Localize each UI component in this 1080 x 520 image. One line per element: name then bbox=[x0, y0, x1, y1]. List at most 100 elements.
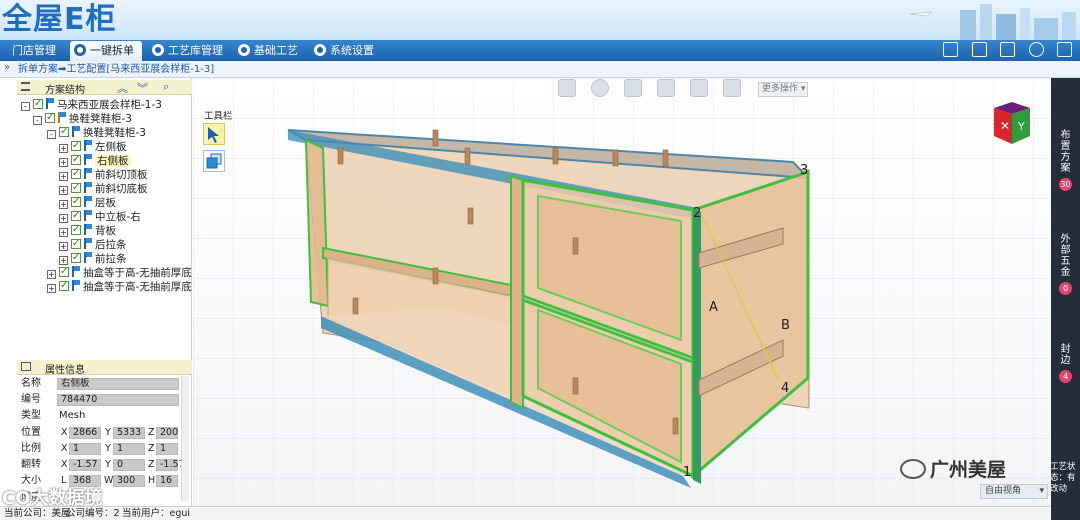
expand-toggle-icon[interactable]: + bbox=[59, 144, 68, 153]
scale-y-field[interactable]: 1 bbox=[113, 443, 145, 455]
collapse-all-icon[interactable]: ︾ bbox=[137, 80, 148, 96]
flag-icon bbox=[46, 98, 54, 109]
scale-z-field[interactable]: 1 bbox=[156, 443, 178, 455]
checkbox[interactable] bbox=[59, 279, 69, 293]
expand-toggle-icon[interactable]: + bbox=[59, 242, 68, 251]
view-mode-select[interactable]: 自由视角 ▾ bbox=[980, 484, 1048, 499]
fit-view-icon[interactable] bbox=[690, 79, 708, 97]
breadcrumb[interactable]: 拆单方案➡工艺配置[马来西亚展会样柜-1-3] bbox=[18, 62, 214, 77]
checkbox[interactable] bbox=[71, 223, 81, 237]
view-mode-value: 自由视角 bbox=[985, 486, 1022, 496]
checkbox[interactable] bbox=[33, 97, 43, 111]
tree-node[interactable]: + 左侧板 bbox=[59, 139, 127, 154]
expand-toggle-icon[interactable]: + bbox=[47, 270, 56, 279]
flag-icon bbox=[72, 266, 80, 277]
tree-node[interactable]: + 抽盒等于高-无抽前厚底 bbox=[47, 265, 192, 280]
3d-viewport[interactable]: 1 2 3 4 A B bbox=[193, 78, 1050, 506]
view-cube[interactable]: ✕ Y bbox=[990, 100, 1034, 150]
collapse-icon[interactable]: » bbox=[4, 62, 10, 73]
lightning-icon[interactable] bbox=[723, 79, 741, 97]
expand-all-icon[interactable]: ︽ bbox=[117, 80, 128, 96]
target-icon[interactable] bbox=[591, 79, 609, 97]
nav-tab-store[interactable]: 门店管理 bbox=[8, 41, 68, 61]
tree-node[interactable]: + 中立板-右 bbox=[59, 209, 141, 224]
checkbox[interactable] bbox=[59, 265, 69, 279]
screen-icon[interactable] bbox=[943, 42, 958, 57]
checkbox[interactable] bbox=[59, 125, 69, 139]
rail-layout-scheme[interactable]: 布置方案 30 bbox=[1051, 130, 1080, 191]
tree-node-selected[interactable]: + 右侧板 bbox=[59, 153, 131, 168]
tree-node[interactable]: + 前拉条 bbox=[59, 251, 127, 266]
camera-icon[interactable] bbox=[558, 79, 576, 97]
nav-tab-craft-library[interactable]: 工艺库管理 bbox=[148, 41, 228, 61]
checkbox[interactable] bbox=[71, 139, 81, 153]
expand-toggle-icon[interactable]: + bbox=[59, 228, 68, 237]
prop-label: 类型 bbox=[21, 410, 41, 421]
expand-toggle-icon[interactable]: + bbox=[59, 256, 68, 265]
expand-toggle-icon[interactable]: + bbox=[59, 186, 68, 195]
more-operations-dropdown[interactable]: 更多操作 ▾ bbox=[758, 82, 808, 97]
checkbox[interactable] bbox=[71, 167, 81, 181]
size-h-field[interactable]: 16 bbox=[156, 475, 178, 487]
expand-toggle-icon[interactable]: + bbox=[59, 172, 68, 181]
rail-edge-banding[interactable]: 封边 4 bbox=[1051, 344, 1080, 383]
checkbox[interactable] bbox=[71, 153, 81, 167]
position-y-field[interactable]: 5333 bbox=[113, 427, 145, 439]
tree-node[interactable]: + 抽盒等于高-无抽前厚底 bbox=[47, 279, 192, 294]
checkbox[interactable] bbox=[71, 209, 81, 223]
tree-node[interactable]: - 换鞋凳鞋柜-3 bbox=[33, 111, 132, 126]
id-field[interactable]: 784470 bbox=[57, 394, 179, 406]
nav-tab-base-craft[interactable]: 基础工艺 bbox=[234, 41, 304, 61]
check-circle-icon bbox=[74, 44, 86, 56]
tree-node[interactable]: + 背板 bbox=[59, 223, 116, 238]
tree-node[interactable]: + 后拉条 bbox=[59, 237, 127, 252]
tree-node[interactable]: - 马来西亚展会样柜-1-3 bbox=[21, 97, 162, 112]
logout-icon[interactable] bbox=[1057, 42, 1072, 57]
users-icon[interactable] bbox=[1000, 42, 1015, 57]
nav-tab-system-settings[interactable]: 系统设置 bbox=[310, 41, 380, 61]
scale-x-field[interactable]: 1 bbox=[69, 443, 101, 455]
rotation-z-field[interactable]: -1.57 bbox=[156, 459, 185, 471]
checkbox[interactable] bbox=[71, 195, 81, 209]
checkbox[interactable] bbox=[71, 251, 81, 265]
search-icon[interactable]: ⌕ bbox=[163, 80, 169, 94]
front-right-edge[interactable] bbox=[693, 208, 701, 484]
nav-tab-split-order[interactable]: 一键拆单 bbox=[70, 41, 142, 61]
select-tool-button[interactable] bbox=[203, 123, 225, 145]
collapse-toggle-icon[interactable]: - bbox=[47, 130, 56, 139]
checkbox[interactable] bbox=[71, 237, 81, 251]
checkbox[interactable] bbox=[45, 111, 55, 125]
name-field[interactable]: 右侧板 bbox=[57, 378, 179, 390]
info-panel-icon bbox=[21, 362, 31, 371]
expand-toggle-icon[interactable]: + bbox=[59, 214, 68, 223]
collapse-toggle-icon[interactable]: - bbox=[21, 102, 30, 111]
tree-node[interactable]: - 换鞋凳鞋柜-3 bbox=[47, 125, 146, 140]
expand-toggle-icon[interactable]: + bbox=[47, 284, 56, 293]
nav-tab-label: 门店管理 bbox=[12, 44, 56, 57]
rail-hardware[interactable]: 外部五金 0 bbox=[1051, 234, 1080, 295]
tree-node[interactable]: + 层板 bbox=[59, 195, 116, 210]
calendar-icon[interactable] bbox=[971, 42, 987, 57]
cube-icon[interactable] bbox=[624, 79, 642, 97]
expand-toggle-icon[interactable]: + bbox=[59, 158, 68, 167]
middle-standing-panel[interactable] bbox=[510, 174, 524, 410]
rotation-y-field[interactable]: 0 bbox=[113, 459, 145, 471]
collapse-toggle-icon[interactable]: - bbox=[33, 116, 42, 125]
toolkit-label: 工具栏 bbox=[204, 111, 233, 122]
expand-toggle-icon[interactable]: + bbox=[59, 200, 68, 209]
position-x-field[interactable]: 2866 bbox=[69, 427, 101, 439]
edge-count-badge: 4 bbox=[1059, 370, 1072, 383]
position-z-field[interactable]: 200 bbox=[156, 427, 178, 439]
marker-b: B bbox=[781, 318, 790, 333]
tree-node[interactable]: + 前斜切底板 bbox=[59, 181, 148, 196]
rotation-x-field[interactable]: -1.57 bbox=[69, 459, 101, 471]
size-w-field[interactable]: 300 bbox=[113, 475, 145, 487]
gear-icon[interactable] bbox=[1028, 42, 1044, 57]
scene-canvas[interactable]: 1 2 3 4 A B bbox=[193, 78, 1050, 506]
box-select-tool-button[interactable] bbox=[203, 150, 225, 172]
tree-node-label: 背板 bbox=[95, 225, 116, 237]
properties-scrollbar[interactable] bbox=[181, 376, 189, 501]
checkbox[interactable] bbox=[71, 181, 81, 195]
layers-icon[interactable] bbox=[657, 79, 675, 97]
tree-node[interactable]: + 前斜切顶板 bbox=[59, 167, 148, 182]
